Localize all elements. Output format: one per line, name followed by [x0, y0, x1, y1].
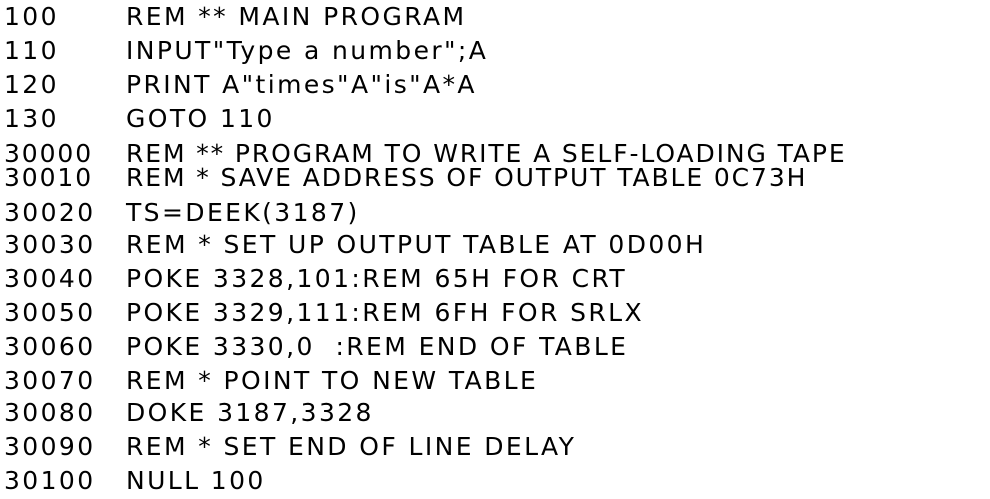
statement: REM * POINT TO NEW TABLE — [126, 366, 539, 395]
code-line: 30070 REM * POINT TO NEW TABLE — [4, 366, 538, 396]
code-line: 30040 POKE 3328,101:REM 65H FOR CRT — [4, 264, 627, 294]
code-line: 30060 POKE 3330,0 :REM END OF TABLE — [4, 332, 628, 362]
code-line: 30030 REM * SET UP OUTPUT TABLE AT 0D00H — [4, 230, 706, 260]
statement: PRINT A"times"A"is"A*A — [126, 70, 477, 99]
line-number: 30060 — [4, 332, 96, 361]
line-number: 110 — [4, 36, 59, 65]
statement: REM * SAVE ADDRESS OF OUTPUT TABLE 0C73H — [126, 163, 808, 192]
line-number: 30020 — [4, 198, 96, 227]
code-line: 30010 REM * SAVE ADDRESS OF OUTPUT TABLE … — [4, 163, 807, 193]
statement: GOTO 110 — [126, 104, 275, 133]
line-number: 30080 — [4, 398, 96, 427]
basic-program-listing: 100 REM ** MAIN PROGRAM 110 INPUT"Type a n… — [4, 0, 990, 499]
line-number: 30040 — [4, 264, 96, 293]
statement: DOKE 3187,3328 — [126, 398, 374, 427]
line-number: 30070 — [4, 366, 96, 395]
statement: POKE 3328,101:REM 65H FOR CRT — [126, 264, 628, 293]
code-line: 30100 NULL 100 — [4, 466, 266, 496]
statement: POKE 3329,111:REM 6FH FOR SRLX — [126, 298, 644, 327]
statement: REM * SET END OF LINE DELAY — [126, 432, 577, 461]
code-line: 130 GOTO 110 — [4, 104, 275, 134]
statement: TS=DEEK(3187) — [126, 198, 360, 227]
code-line: 120 PRINT A"times"A"is"A*A — [4, 70, 477, 100]
code-line: 30020 TS=DEEK(3187) — [4, 198, 360, 228]
line-number: 30090 — [4, 432, 96, 461]
line-number: 30100 — [4, 466, 96, 495]
code-line: 30090 REM * SET END OF LINE DELAY — [4, 432, 576, 462]
statement: POKE 3330,0 :REM END OF TABLE — [126, 332, 629, 361]
line-number: 100 — [4, 2, 59, 31]
line-number: 30010 — [4, 163, 94, 192]
code-line: 100 REM ** MAIN PROGRAM — [4, 2, 466, 32]
code-line: 30080 DOKE 3187,3328 — [4, 398, 374, 428]
statement: NULL 100 — [126, 466, 266, 495]
line-number: 30050 — [4, 298, 96, 327]
code-line: 30050 POKE 3329,111:REM 6FH FOR SRLX — [4, 298, 644, 328]
statement: REM * SET UP OUTPUT TABLE AT 0D00H — [126, 230, 707, 259]
code-line: 110 INPUT"Type a number";A — [4, 36, 488, 66]
line-number: 30030 — [4, 230, 96, 259]
line-number: 130 — [4, 104, 59, 133]
line-number: 120 — [4, 70, 59, 99]
statement: REM ** MAIN PROGRAM — [126, 2, 467, 31]
statement: INPUT"Type a number";A — [126, 36, 489, 65]
